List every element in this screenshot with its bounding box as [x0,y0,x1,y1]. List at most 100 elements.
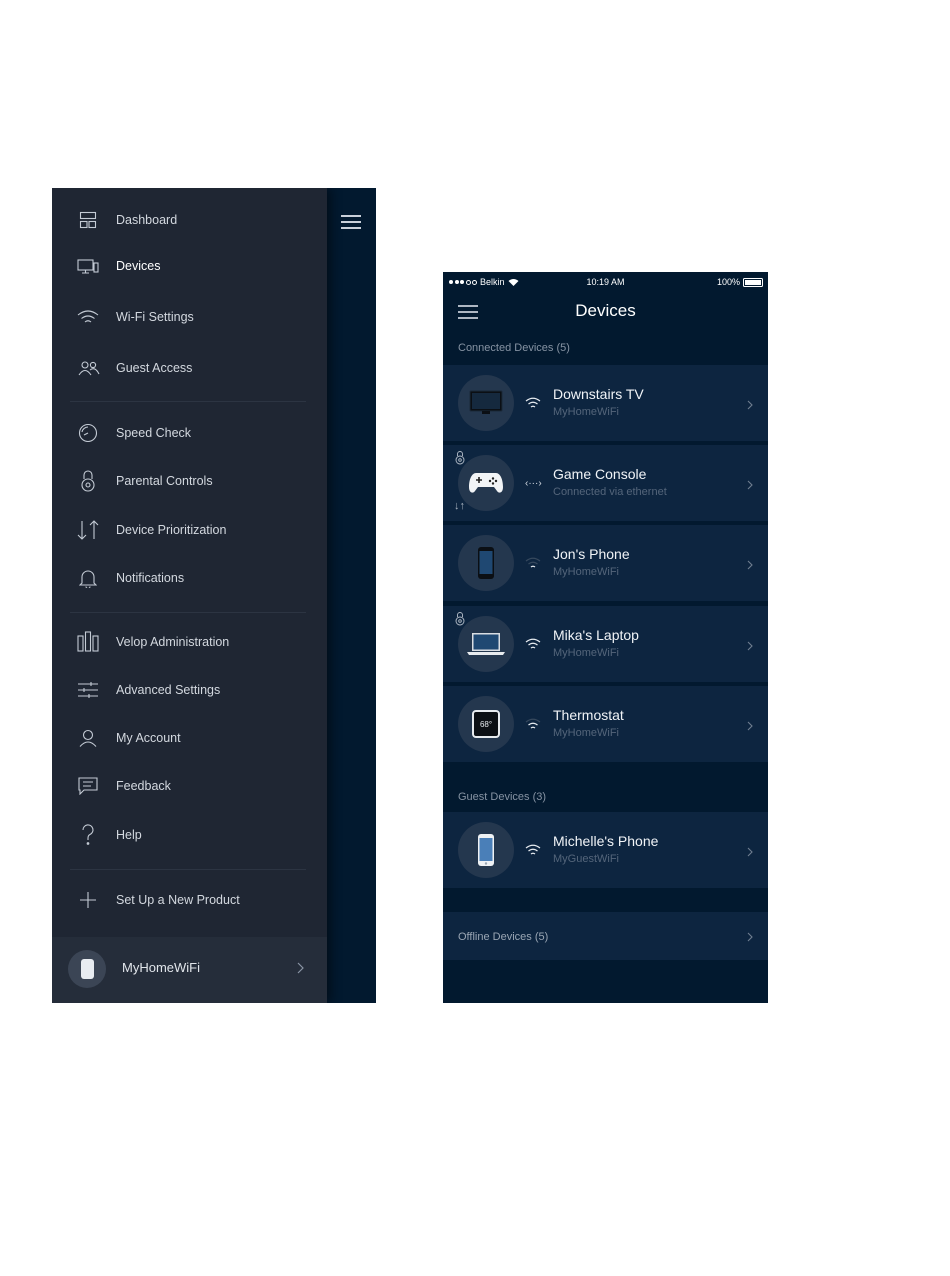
menu-label-feedback: Feedback [116,779,171,793]
menu-divider [70,401,306,402]
battery-icon [743,277,763,287]
menu-label-set-up-new-product: Set Up a New Product [116,893,240,907]
menu-label-advanced-settings: Advanced Settings [116,683,221,697]
device-row-game-console[interactable]: ↓↑ ‹···› Game Console Connected via ethe… [443,445,768,521]
menu-item-wifi-settings[interactable]: Wi-Fi Settings [52,297,327,337]
chevron-right-icon [297,961,304,979]
menu-label-help: Help [116,828,142,842]
question-icon [76,823,100,847]
menu-item-guest-access[interactable]: Guest Access [52,348,327,388]
chevron-right-icon [747,844,753,862]
devices-icon [76,254,100,278]
gamepad-icon [458,455,514,511]
chevron-right-icon [747,638,753,656]
dashboard-icon [76,208,100,232]
wifi-weak-icon [525,556,541,574]
device-network: MyHomeWiFi [553,647,619,659]
priority-arrows-icon: ↓↑ [454,500,465,512]
menu-label-device-prioritization: Device Prioritization [116,523,227,537]
wifi-strong-icon [525,396,541,414]
thermostat-icon: 68° [458,696,514,752]
tv-icon [458,375,514,431]
wifi-strong-icon [525,637,541,655]
menu-item-feedback[interactable]: Feedback [52,766,327,806]
menu-item-velop-administration[interactable]: Velop Administration [52,622,327,662]
menu-item-device-prioritization[interactable]: Device Prioritization [52,510,327,550]
wifi-weak-icon [525,717,541,735]
thermostat-display: 68° [472,710,500,738]
menu-divider [70,869,306,870]
connected-devices-header: Connected Devices (5) [458,342,570,354]
chevron-right-icon [747,557,753,575]
guest-devices-header: Guest Devices (3) [458,791,547,803]
wifi-icon [76,305,100,329]
offline-devices-label: Offline Devices (5) [458,931,549,943]
menu-item-notifications[interactable]: Notifications [52,558,327,598]
menu-label-notifications: Notifications [116,571,185,585]
device-row-jons-phone[interactable]: Jon's Phone MyHomeWiFi [443,525,768,601]
menu-item-set-up-new-product[interactable]: Set Up a New Product [52,880,327,920]
network-name: MyHomeWiFi [122,960,200,975]
sliders-icon [76,678,100,702]
device-name: Mika's Laptop [553,627,639,643]
menu-label-dashboard: Dashboard [116,213,178,227]
menu-label-wifi-settings: Wi-Fi Settings [116,310,194,324]
speedometer-icon [76,421,100,445]
guest-access-icon [76,356,100,380]
menu-label-devices: Devices [116,259,161,273]
network-selector[interactable]: MyHomeWiFi [52,937,327,1003]
device-row-thermostat[interactable]: 68° Thermostat MyHomeWiFi [443,686,768,762]
velop-nodes-icon [76,630,100,654]
offline-devices-row[interactable]: Offline Devices (5) [443,912,768,960]
menu-item-advanced-settings[interactable]: Advanced Settings [52,670,327,710]
menu-item-parental-controls[interactable]: Parental Controls [52,461,327,501]
device-name: Downstairs TV [553,386,644,402]
device-network: MyHomeWiFi [553,406,619,418]
menu-label-guest-access: Guest Access [116,361,193,375]
menu-label-velop-administration: Velop Administration [116,635,230,649]
page-title: Devices [575,301,636,320]
menu-label-my-account: My Account [116,731,181,745]
parental-lock-icon [455,611,465,631]
battery-percent: 100% [716,277,740,287]
parental-lock-icon [455,450,465,470]
menu-label-parental-controls: Parental Controls [116,474,213,488]
device-name: Game Console [553,466,647,482]
device-network: MyHomeWiFi [553,727,619,739]
chevron-right-icon [747,718,753,736]
menu-item-speed-check[interactable]: Speed Check [52,413,327,453]
device-row-downstairs-tv[interactable]: Downstairs TV MyHomeWiFi [443,365,768,441]
navigation-screen: Dashboard Devices Wi-Fi Settings Guest A… [52,188,376,1003]
plus-icon [76,888,100,912]
chevron-right-icon [747,929,753,947]
device-network: MyHomeWiFi [553,566,619,578]
wifi-strong-icon [525,843,541,861]
menu-label-speed-check: Speed Check [116,426,192,440]
menu-item-help[interactable]: Help [52,815,327,855]
devices-screen: Belkin 10:19 AM 100% Devices Connected D… [443,272,768,1003]
device-network: MyGuestWiFi [553,853,619,865]
phone-icon [458,535,514,591]
velop-node-avatar [68,950,106,988]
menu-item-devices[interactable]: Devices [52,246,327,286]
menu-divider [70,612,306,613]
laptop-icon [458,616,514,672]
device-row-mikas-laptop[interactable]: Mika's Laptop MyHomeWiFi [443,606,768,682]
menu-item-my-account[interactable]: My Account [52,718,327,758]
device-name: Michelle's Phone [553,833,659,849]
chevron-right-icon [747,477,753,495]
hamburger-menu-icon[interactable] [341,215,361,229]
chat-bubble-icon [76,774,100,798]
device-row-michelles-phone[interactable]: Michelle's Phone MyGuestWiFi [443,812,768,888]
navigation-drawer: Dashboard Devices Wi-Fi Settings Guest A… [52,188,327,1003]
status-bar: Belkin 10:19 AM 100% [443,272,768,292]
menu-item-dashboard[interactable]: Dashboard [52,200,327,240]
chevron-right-icon [747,397,753,415]
bell-icon [76,566,100,590]
priority-arrows-icon [76,518,100,542]
device-name: Thermostat [553,707,624,723]
battery-indicator: 100% [717,277,763,287]
device-name: Jon's Phone [553,546,630,562]
ethernet-icon: ‹···› [525,478,542,489]
device-network: Connected via ethernet [553,486,667,498]
